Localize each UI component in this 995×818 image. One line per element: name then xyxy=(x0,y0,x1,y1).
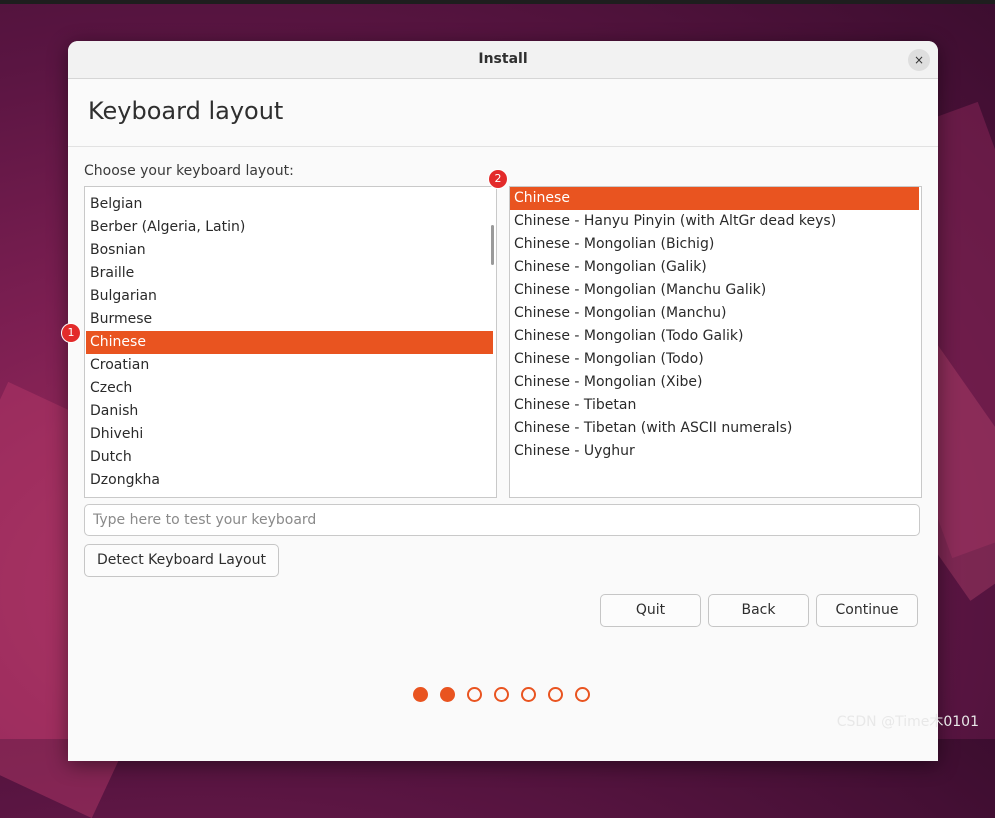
layout-list-item[interactable]: Dzongkha xyxy=(86,469,493,492)
progress-dot xyxy=(440,687,455,702)
variant-list-item[interactable]: Chinese - Tibetan xyxy=(510,394,919,417)
variant-list-item[interactable]: Chinese - Mongolian (Manchu Galik) xyxy=(510,279,919,302)
top-panel xyxy=(0,0,995,4)
layout-list[interactable]: Belgian Berber (Algeria, Latin) Bosnian Bra… xyxy=(84,186,497,498)
layout-list-label: Choose your keyboard layout: xyxy=(84,163,294,179)
variant-list-item[interactable]: Chinese - Mongolian (Manchu) xyxy=(510,302,919,325)
quit-button[interactable]: Quit xyxy=(600,594,701,627)
divider xyxy=(68,146,938,147)
layout-list-item[interactable]: Dutch xyxy=(86,446,493,469)
continue-button[interactable]: Continue xyxy=(816,594,918,627)
layout-list-item[interactable]: Bulgarian xyxy=(86,285,493,308)
page-title: Keyboard layout xyxy=(88,97,284,125)
variant-list-item[interactable]: Chinese - Mongolian (Xibe) xyxy=(510,371,919,394)
installer-window: Install × Keyboard layout Choose your ke… xyxy=(68,41,938,761)
layout-list-item[interactable]: Dhivehi xyxy=(86,423,493,446)
progress-dot xyxy=(467,687,482,702)
annotation-badge-1: 1 xyxy=(62,324,80,342)
variant-list-item[interactable]: Chinese - Mongolian (Todo Galik) xyxy=(510,325,919,348)
window-titlebar: Install × xyxy=(68,41,938,79)
close-icon[interactable]: × xyxy=(908,49,930,71)
layout-list-item[interactable]: Chinese xyxy=(86,331,493,354)
variant-list-item[interactable]: Chinese - Uyghur xyxy=(510,440,919,463)
variant-list-item[interactable]: Chinese - Tibetan (with ASCII numerals) xyxy=(510,417,919,440)
variant-list[interactable]: Chinese Chinese - Hanyu Pinyin (with AltG… xyxy=(509,186,922,498)
layout-list-item[interactable]: Czech xyxy=(86,377,493,400)
back-button[interactable]: Back xyxy=(708,594,809,627)
progress-dot xyxy=(521,687,536,702)
layout-list-item[interactable]: Braille xyxy=(86,262,493,285)
layout-list-item[interactable]: Belgian xyxy=(86,193,493,216)
annotation-badge-2: 2 xyxy=(489,170,507,188)
layout-list-item[interactable]: Croatian xyxy=(86,354,493,377)
progress-dot xyxy=(575,687,590,702)
variant-list-item[interactable]: Chinese - Hanyu Pinyin (with AltGr dead … xyxy=(510,210,919,233)
progress-dot xyxy=(494,687,509,702)
variant-list-item[interactable]: Chinese xyxy=(510,187,919,210)
layout-list-item[interactable]: Berber (Algeria, Latin) xyxy=(86,216,493,239)
layout-list-item[interactable]: Burmese xyxy=(86,308,493,331)
layout-list-item[interactable]: Bosnian xyxy=(86,239,493,262)
detect-layout-button[interactable]: Detect Keyboard Layout xyxy=(84,544,279,577)
progress-dot xyxy=(413,687,428,702)
window-title: Install xyxy=(478,51,528,67)
layout-list-item[interactable]: Danish xyxy=(86,400,493,423)
keyboard-test-input[interactable] xyxy=(84,504,920,536)
variant-list-item[interactable]: Chinese - Mongolian (Galik) xyxy=(510,256,919,279)
progress-dot xyxy=(548,687,563,702)
variant-list-item[interactable]: Chinese - Mongolian (Todo) xyxy=(510,348,919,371)
watermark: CSDN @Time木0101 xyxy=(836,714,979,730)
variant-list-item[interactable]: Chinese - Mongolian (Bichig) xyxy=(510,233,919,256)
layout-list-scrollbar[interactable] xyxy=(491,225,494,265)
